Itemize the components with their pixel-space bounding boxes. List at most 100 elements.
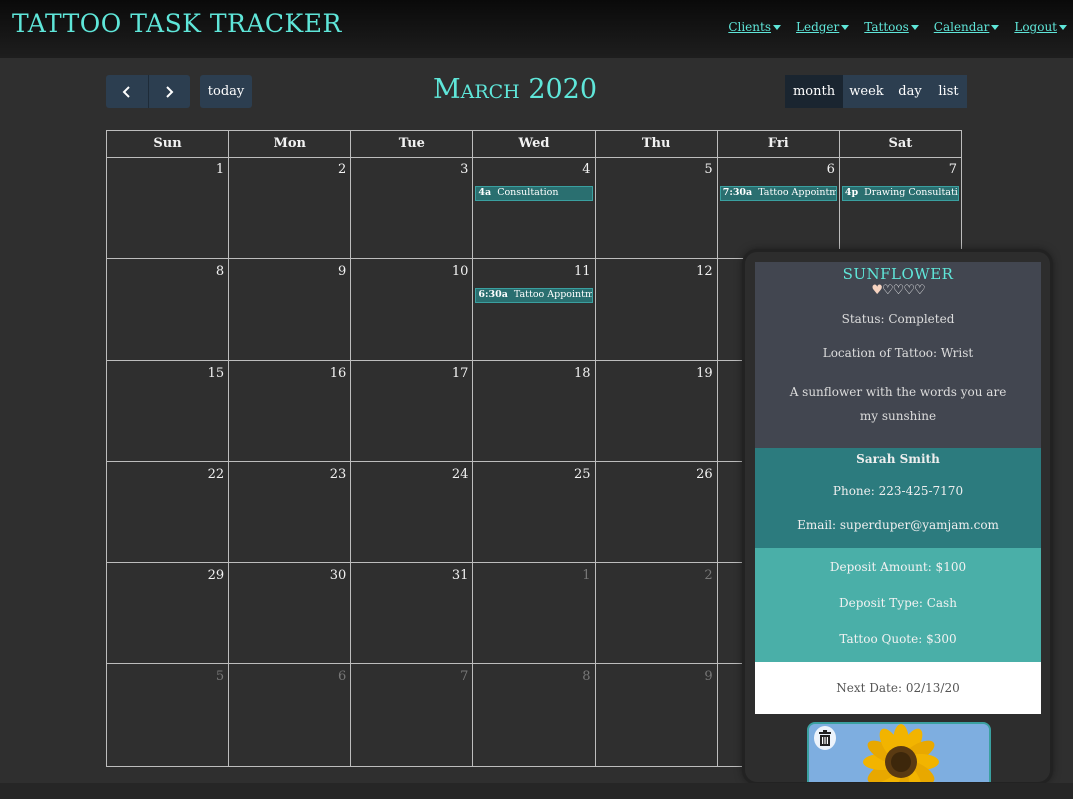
view-list-button[interactable]: list	[930, 75, 967, 108]
today-button[interactable]: today	[200, 75, 252, 108]
calendar-day-cell[interactable]: 16	[229, 361, 352, 461]
tattoo-photo	[807, 722, 991, 782]
day-number: 6	[826, 162, 835, 177]
calendar-day-cell[interactable]: 15	[107, 361, 230, 461]
calendar-event[interactable]: 6:30a Tattoo Appointment	[475, 288, 593, 303]
event-title: Tattoo Appointment	[513, 289, 593, 300]
calendar-day-cell[interactable]: 4 4a Consultation	[473, 157, 596, 258]
calendar-day-cell[interactable]: 31	[351, 563, 474, 663]
nav-calendar[interactable]: Calendar	[934, 20, 1000, 34]
page-footer-bar	[0, 783, 1073, 799]
calendar-day-cell[interactable]: 24	[351, 462, 474, 562]
calendar-day-cell[interactable]: 6	[229, 664, 352, 766]
calendar-day-cell[interactable]: 1	[107, 157, 230, 258]
day-number: 24	[451, 467, 469, 482]
tattoo-detail-popup: SUNFLOWER ♥♡♡♡♡ Status: Completed Locati…	[745, 252, 1050, 782]
client-phone: Phone: 223-425-7170	[832, 484, 964, 498]
calendar-day-cell[interactable]: 11 6:30a Tattoo Appointment	[473, 259, 596, 360]
heart-outline-icon[interactable]: ♡	[903, 283, 915, 298]
calendar-day-cell[interactable]: 26	[596, 462, 718, 562]
calendar-event[interactable]: 7:30a Tattoo Appointment	[719, 186, 837, 201]
day-number: 22	[207, 467, 225, 482]
delete-button[interactable]	[814, 726, 836, 750]
day-number: 3	[460, 162, 469, 177]
calendar-day-cell[interactable]: 9	[229, 259, 352, 360]
calendar-day-cell[interactable]: 6 7:30a Tattoo Appointment	[718, 157, 840, 258]
day-number: 10	[451, 264, 469, 279]
prev-button[interactable]	[106, 75, 148, 108]
calendar-day-cell[interactable]: 3	[351, 157, 474, 258]
day-number: 29	[207, 568, 225, 583]
calendar-day-cell[interactable]: 29	[107, 563, 230, 663]
tattoo-quote: Tattoo Quote: $300	[839, 632, 957, 646]
nav-tattoos[interactable]: Tattoos	[864, 20, 919, 34]
prev-next-group	[106, 75, 190, 108]
main-nav: Clients Ledger Tattoos Calendar Logout	[728, 20, 1067, 34]
event-title: Tattoo Appointment	[758, 187, 837, 198]
calendar-day-cell[interactable]: 2	[596, 563, 718, 663]
chevron-down-icon	[841, 24, 850, 30]
calendar-day-cell[interactable]: 8	[107, 259, 230, 360]
nav-clients[interactable]: Clients	[728, 20, 781, 34]
view-day-button[interactable]: day	[890, 75, 930, 108]
client-info-section: Sarah Smith Phone: 223-425-7170 Email: s…	[755, 448, 1041, 548]
calendar-day-cell[interactable]: 7 4p Drawing Consultation	[840, 157, 961, 258]
next-button[interactable]	[147, 75, 190, 108]
day-number: 1	[582, 568, 591, 583]
calendar-event[interactable]: 4p Drawing Consultation	[841, 186, 959, 201]
tattoo-location: Location of Tattoo: Wrist	[822, 346, 974, 360]
calendar-day-cell[interactable]: 17	[351, 361, 474, 461]
nav-logout[interactable]: Logout	[1014, 20, 1067, 34]
calendar-day-cell[interactable]: 5	[107, 664, 230, 766]
calendar-day-cell[interactable]: 25	[473, 462, 596, 562]
day-number: 8	[582, 669, 591, 684]
day-number: 11	[574, 264, 591, 279]
calendar-day-cell[interactable]: 12	[596, 259, 718, 360]
calendar-day-cell[interactable]: 19	[596, 361, 718, 461]
calendar-week-row: 1 2 3 4 4a Consultation 5 6 7:30a Tattoo Appointm…	[107, 157, 961, 259]
client-name[interactable]: Sarah Smith	[755, 448, 1041, 466]
event-title: Consultation	[497, 187, 559, 198]
tattoo-description: A sunflower with the words you are my su…	[789, 385, 1007, 423]
calendar-day-cell[interactable]: 7	[351, 664, 474, 766]
calendar-day-cell[interactable]: 1	[473, 563, 596, 663]
calendar-day-cell[interactable]: 10	[351, 259, 474, 360]
sunflower-image	[809, 724, 989, 782]
view-week-button[interactable]: week	[843, 75, 890, 108]
day-number: 18	[574, 366, 591, 381]
rating-hearts: ♥♡♡♡♡	[755, 283, 1041, 298]
day-number: 6	[338, 669, 347, 684]
heart-outline-icon[interactable]: ♡	[893, 283, 905, 298]
calendar-day-cell[interactable]: 22	[107, 462, 230, 562]
calendar-day-cell[interactable]: 2	[229, 157, 352, 258]
calendar-day-cell[interactable]: 8	[473, 664, 596, 766]
calendar-day-cell[interactable]: 30	[229, 563, 352, 663]
heart-filled-icon[interactable]: ♥	[871, 283, 883, 298]
app-brand[interactable]: TATTOO TASK TRACKER	[12, 9, 342, 38]
day-number: 5	[704, 162, 713, 177]
nav-ledger[interactable]: Ledger	[796, 20, 850, 34]
heart-outline-icon[interactable]: ♡	[914, 283, 926, 298]
weekday-label: Sun	[107, 131, 230, 157]
calendar-day-cell[interactable]: 9	[596, 664, 718, 766]
tattoo-info-section: SUNFLOWER ♥♡♡♡♡ Status: Completed Locati…	[755, 262, 1041, 448]
day-number: 17	[451, 366, 469, 381]
day-number: 16	[329, 366, 347, 381]
chevron-down-icon	[910, 24, 919, 30]
chevron-right-icon	[166, 85, 174, 98]
calendar-day-cell[interactable]: 5	[596, 157, 718, 258]
event-time: 4p	[844, 187, 859, 198]
payment-info-section: Deposit Amount: $100 Deposit Type: Cash …	[755, 548, 1041, 662]
calendar-day-cell[interactable]: 23	[229, 462, 352, 562]
heart-outline-icon[interactable]: ♡	[882, 283, 894, 298]
day-number: 2	[704, 568, 713, 583]
weekday-label: Tue	[351, 131, 474, 157]
calendar-event[interactable]: 4a Consultation	[475, 186, 593, 201]
deposit-type: Deposit Type: Cash	[839, 596, 957, 610]
chevron-left-icon	[122, 85, 130, 98]
chevron-down-icon	[773, 24, 781, 30]
view-month-button[interactable]: month	[785, 75, 843, 108]
tattoo-title: SUNFLOWER	[842, 265, 954, 283]
day-number: 7	[948, 162, 957, 177]
calendar-day-cell[interactable]: 18	[473, 361, 596, 461]
